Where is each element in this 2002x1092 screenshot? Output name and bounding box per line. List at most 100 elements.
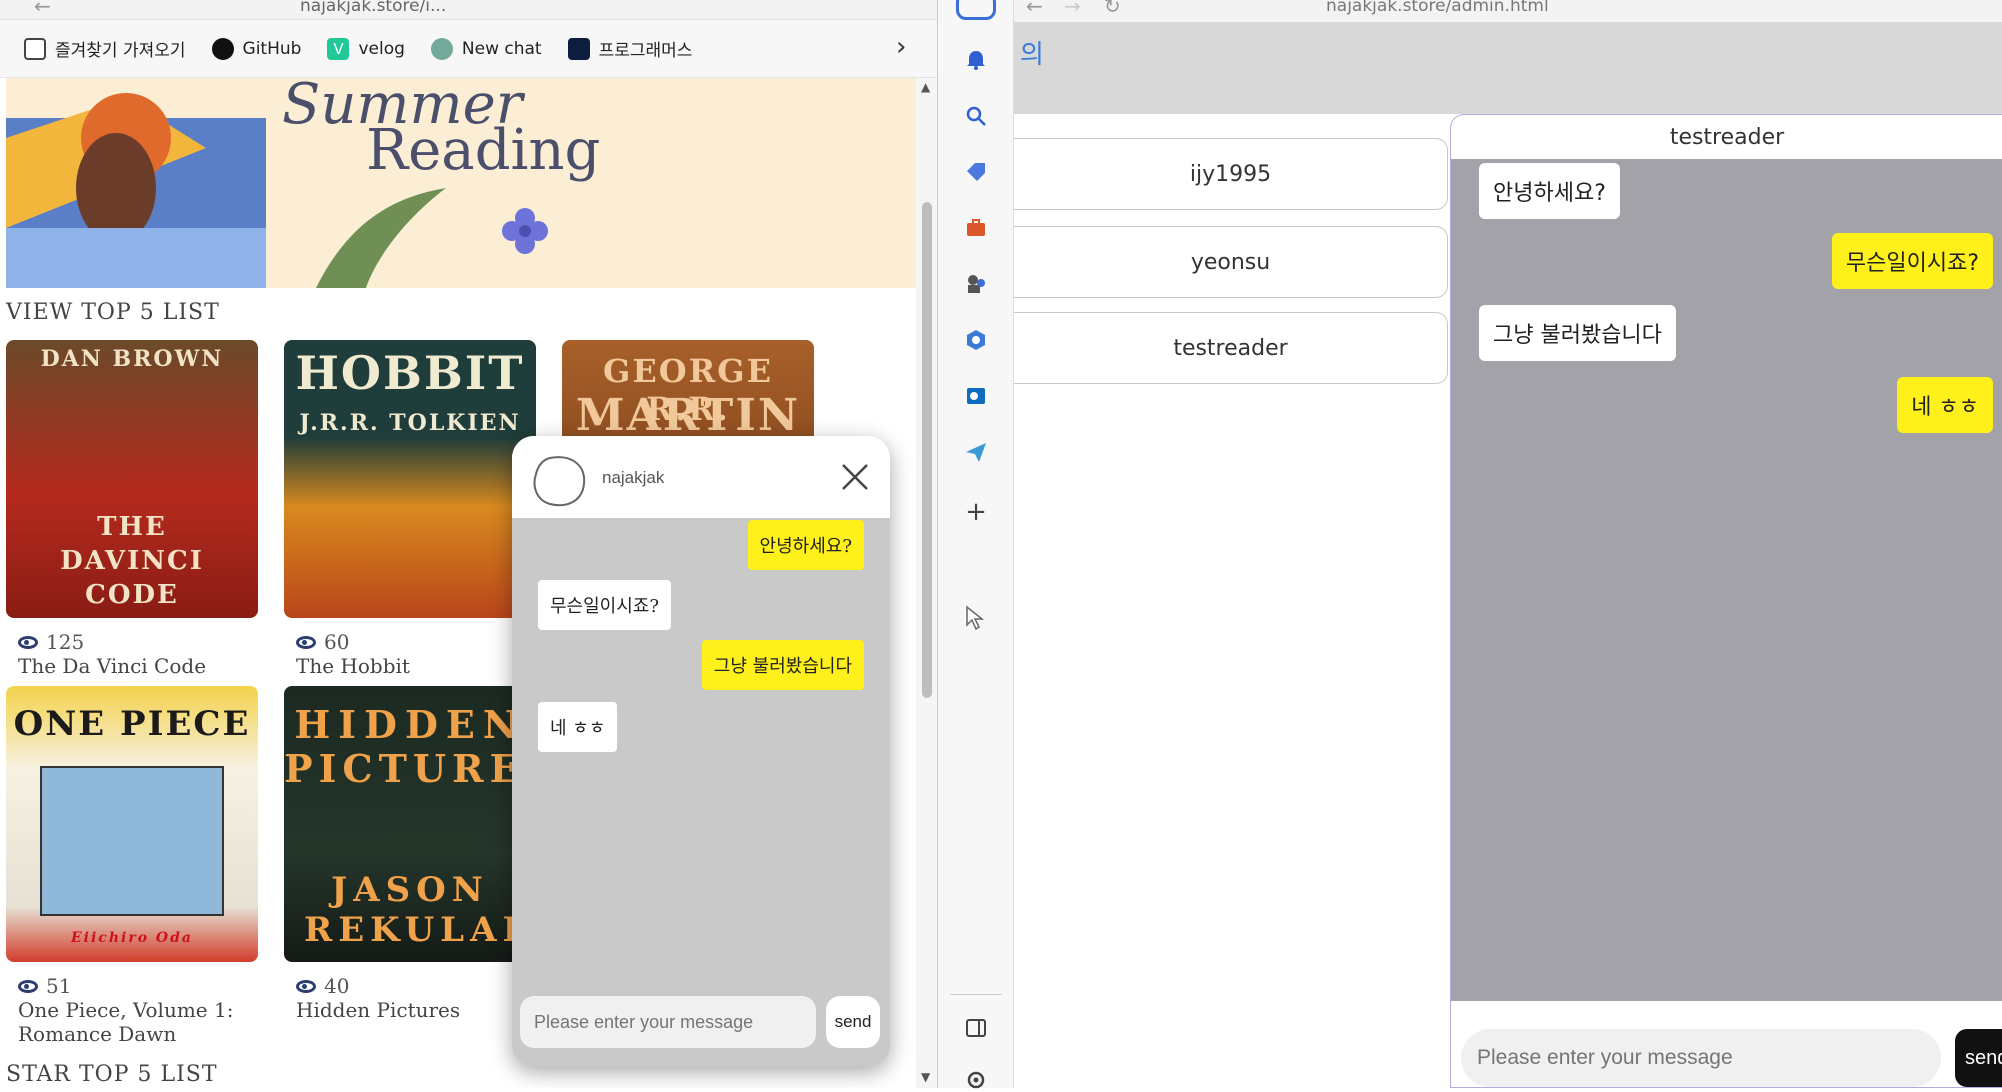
bookmark-label: 즐겨찾기 가져오기 [55, 41, 186, 61]
chat-widget-send-button[interactable]: send [826, 996, 880, 1048]
message-bubble-received: 그냥 불러봤습니다 [1479, 305, 1676, 361]
chat-widget: najakjak 안녕하세요? 무슨일이시죠? 그냥 불러봤습니다 네 ㅎㅎ s… [512, 436, 890, 1066]
bookmark-label: 프로그래머스 [598, 41, 693, 61]
bookmarks-more-icon[interactable]: › [896, 32, 906, 62]
book-title-line2[interactable]: Romance Dawn [18, 1022, 233, 1046]
send-icon[interactable] [964, 440, 988, 464]
view-top-title: VIEW TOP 5 LIST [6, 300, 220, 325]
bookmark-import-favorites[interactable]: 즐겨찾기 가져오기 [24, 36, 186, 61]
chat-widget-name: najakjak [602, 468, 665, 487]
book-cover-hobbit[interactable]: HOBBIT J.R.R. TOLKIEN [284, 340, 536, 618]
admin-message-input[interactable] [1461, 1029, 1941, 1087]
eye-icon [18, 979, 38, 993]
copilot-icon[interactable] [956, 0, 996, 20]
scroll-thumb[interactable] [922, 202, 932, 698]
velog-icon: V [327, 37, 350, 60]
bookmark-label: velog [358, 38, 405, 59]
chat-widget-messages: 안녕하세요? 무슨일이시죠? 그냥 불러봤습니다 네 ㅎㅎ [512, 518, 890, 988]
view-count: 60 [324, 630, 350, 654]
cover-illustration-icon [40, 766, 224, 916]
cover-title-line2: PICTURES [284, 746, 536, 791]
openai-icon [430, 37, 453, 60]
message-bubble-sent: 안녕하세요? [747, 520, 864, 570]
message-bubble-received: 무슨일이시죠? [538, 580, 672, 630]
import-favorites-icon [24, 37, 46, 60]
right-address-bar[interactable]: ← → ↻ najakjak.store/admin.html [1014, 0, 2002, 22]
bookmark-label: New chat [461, 38, 542, 59]
book-title[interactable]: The Hobbit [296, 654, 410, 678]
flower-icon [502, 208, 548, 254]
tag-icon[interactable] [964, 160, 988, 184]
book-meta-hobbit: 60 The Hobbit [296, 630, 410, 678]
outlook-icon[interactable] [964, 384, 988, 408]
chat-widget-footer: send [512, 988, 890, 1066]
cover-title: MARTIN [575, 390, 801, 441]
close-icon[interactable] [840, 462, 870, 492]
star-top-title: STAR TOP 5 LIST [6, 1062, 218, 1087]
cover-author: Eiichiro Oda [71, 930, 193, 946]
chat-widget-message-input[interactable] [520, 996, 816, 1048]
eye-icon [296, 979, 316, 993]
book-title[interactable]: One Piece, Volume 1: [18, 998, 233, 1022]
book-title[interactable]: Hidden Pictures [296, 998, 460, 1022]
cover-author: J.R.R. TOLKIEN [299, 410, 521, 436]
right-url-text[interactable]: najakjak.store/admin.html [1326, 0, 1549, 16]
book-cover-hidden-pictures[interactable]: HIDDEN PICTURES JASON REKULAK [284, 686, 536, 962]
bookmark-velog[interactable]: V velog [327, 37, 405, 60]
back-icon[interactable]: ← [1026, 0, 1043, 18]
book-cover-onepiece[interactable]: ONE PIECE Eiichiro Oda [6, 686, 258, 962]
cover-author: DAN BROWN [40, 346, 224, 372]
book-cover-davinci[interactable]: DAN BROWN THE DAVINCI CODE [6, 340, 258, 618]
left-url-text[interactable]: najakjak.store/i... [300, 0, 446, 16]
banner-title-line2: Reading [366, 118, 601, 183]
message-bubble-received: 안녕하세요? [1479, 163, 1620, 219]
forward-icon[interactable]: → [1064, 0, 1081, 18]
left-scrollbar[interactable]: ▲ ▼ [916, 78, 937, 1088]
user-item-testreader[interactable]: testreader [1014, 312, 1448, 384]
cursor-icon [964, 605, 988, 631]
bell-icon[interactable] [964, 48, 988, 72]
summer-reading-banner: Summer Reading [6, 78, 916, 288]
refresh-icon[interactable]: ↻ [1104, 0, 1121, 18]
eye-icon [296, 635, 316, 649]
left-address-bar[interactable]: ← najakjak.store/i... [0, 0, 937, 20]
programmers-icon [567, 37, 590, 60]
scroll-up-icon[interactable]: ▲ [921, 80, 930, 94]
chat-panel-title: testreader [1669, 124, 1785, 150]
avatar-icon [533, 456, 586, 507]
user-item-ijy1995[interactable]: ijy1995 [1014, 138, 1448, 210]
message-bubble-sent: 네 ㅎㅎ [1897, 377, 1993, 433]
split-screen-icon[interactable] [964, 1016, 988, 1040]
book-title[interactable]: The Da Vinci Code [18, 654, 206, 678]
cover-title: THE DAVINCI CODE [60, 512, 204, 610]
search-icon[interactable] [964, 104, 988, 128]
bookmark-label: GitHub [242, 38, 302, 59]
admin-send-button[interactable]: send [1955, 1029, 2002, 1087]
sidebar-divider [950, 994, 1002, 995]
user-item-yeonsu[interactable]: yeonsu [1014, 226, 1448, 298]
admin-header-title: 의 [1020, 40, 1044, 70]
message-bubble-sent: 그냥 불러봤습니다 [701, 640, 864, 690]
bookmark-new-chat[interactable]: New chat [430, 37, 542, 60]
scroll-down-icon[interactable]: ▼ [921, 1070, 930, 1084]
view-count: 125 [46, 630, 85, 654]
admin-header: 의 [1014, 22, 2002, 114]
microsoft365-icon[interactable] [964, 328, 988, 352]
book-meta-onepiece: 51 One Piece, Volume 1: Romance Dawn [18, 974, 233, 1046]
admin-chat-messages: 안녕하세요? 무슨일이시죠? 그냥 불러봤습니다 네 ㅎㅎ [1451, 159, 2002, 1001]
left-browser-window: ← najakjak.store/i... 즐겨찾기 가져오기 GitHub V… [0, 0, 938, 1088]
book-meta-davinci: 125 The Da Vinci Code [18, 630, 206, 678]
briefcase-icon[interactable] [964, 216, 988, 240]
cover-title: HOBBIT [295, 346, 525, 400]
cover-title: ONE PIECE [13, 704, 251, 744]
back-icon[interactable]: ← [34, 0, 51, 18]
games-icon[interactable] [964, 272, 988, 296]
reader-illustration-icon [6, 93, 266, 288]
bookmark-github[interactable]: GitHub [211, 37, 302, 60]
bookmarks-bar: 즐겨찾기 가져오기 GitHub V velog New chat 프로그래머스… [0, 20, 937, 78]
right-browser-window: ← → ↻ najakjak.store/admin.html 의 ijy199… [1014, 0, 2002, 1088]
settings-icon[interactable] [964, 1068, 988, 1092]
add-icon[interactable]: + [964, 497, 988, 527]
bookmark-programmers[interactable]: 프로그래머스 [567, 36, 693, 61]
view-count: 40 [324, 974, 350, 998]
